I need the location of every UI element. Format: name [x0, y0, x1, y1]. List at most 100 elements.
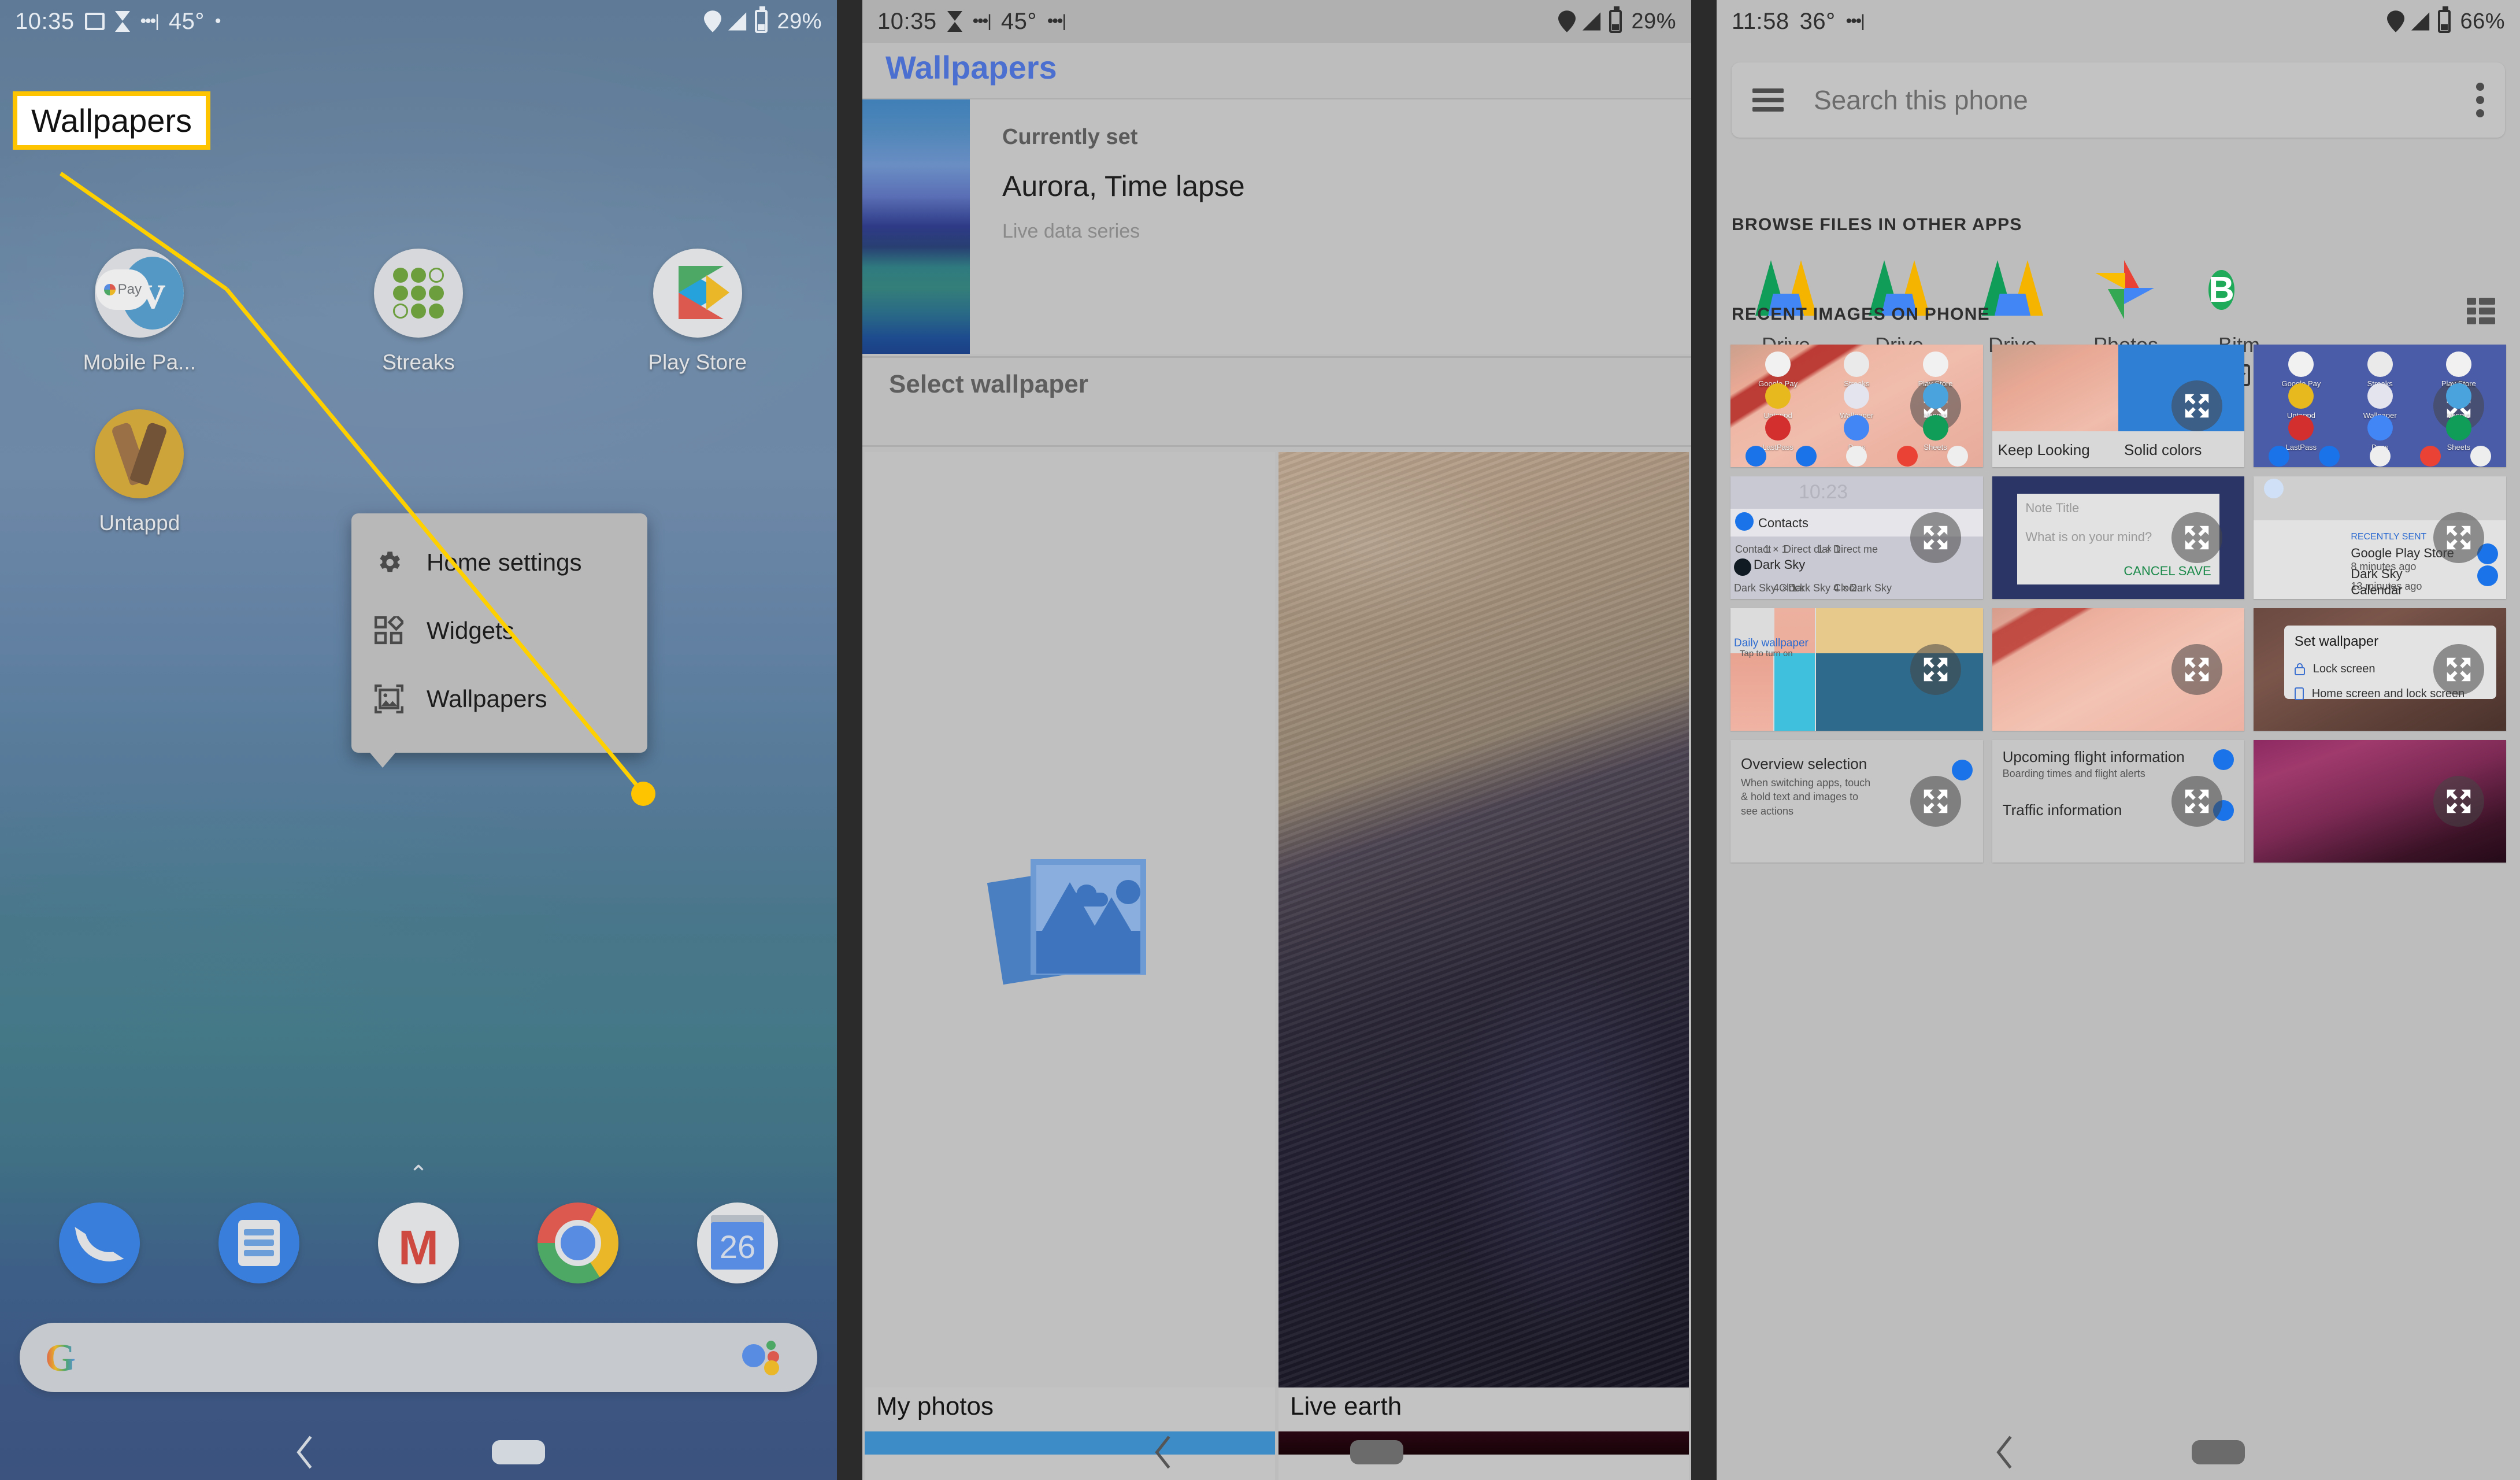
menu-item-label: Home settings [427, 549, 582, 576]
thumbnail-overview-setting[interactable]: Overview selection When switching apps, … [1730, 740, 1983, 863]
expand-icon[interactable] [2171, 776, 2223, 827]
thumbnail-notifications[interactable]: RECENTLY SENT Google Play Store 8 minute… [2254, 476, 2506, 599]
setting-title: Upcoming flight information [2002, 748, 2185, 765]
thumbnail-flight-setting[interactable]: Upcoming flight information Boarding tim… [1992, 740, 2245, 863]
select-wallpaper-header: Select wallpaper [889, 370, 1088, 398]
calendar-day: 26 [711, 1222, 764, 1270]
streaks-icon [374, 249, 463, 338]
dots-icon: •••| [972, 12, 992, 31]
google-search-bar[interactable]: G [20, 1323, 817, 1392]
expand-icon[interactable] [2433, 512, 2484, 563]
home-pill-icon[interactable] [2192, 1440, 2245, 1464]
thumbnail-pink-sheet[interactable] [1992, 608, 2245, 731]
currently-set-label: Currently set [1002, 125, 1138, 149]
home-long-press-menu: Home settings Widgets Wallpapers [351, 513, 647, 768]
dock-item-phone[interactable] [20, 1202, 179, 1283]
expand-icon[interactable] [1910, 776, 1961, 827]
expand-icon[interactable] [2433, 776, 2484, 827]
thumbnail-home-screen[interactable]: Google Pay Streaks Play Store Untappd Wa… [1730, 345, 1983, 467]
expand-icon[interactable] [2171, 512, 2223, 563]
thumb-row-label: Contacts [1758, 516, 1809, 530]
expand-icon[interactable] [2171, 380, 2223, 431]
image-icon [84, 13, 105, 30]
thumbnail-widget-picker[interactable]: 10:23 Contacts Contact 1 × 1 Direct dial… [1730, 476, 1983, 599]
phone-panel-wallpapers-app: 10:35 •••| 45° •••| 29% Wallpapers Curre… [862, 0, 1691, 1480]
app-streaks[interactable]: Streaks [279, 249, 558, 375]
dock-item-chrome[interactable] [498, 1202, 658, 1283]
thumb-row-label: Dark Sky [1850, 582, 1892, 594]
dock-item-messages[interactable] [179, 1202, 339, 1283]
kebab-icon[interactable] [2476, 83, 2484, 117]
app-drawer-arrow-icon[interactable]: ⌃ [0, 1161, 837, 1187]
image-placeholder-glyph [987, 859, 1146, 985]
dock-item-calendar[interactable]: 26 [658, 1202, 817, 1283]
back-icon[interactable] [292, 1434, 318, 1471]
search-input[interactable]: Search this phone [1814, 84, 2028, 116]
thumbnail-purple-rock[interactable] [2254, 740, 2506, 863]
back-icon[interactable] [1992, 1434, 2018, 1471]
status-bar-left: 11:58 36° •••| [1732, 8, 1865, 35]
status-bar: 10:35 •••| 45° •••| 29% [862, 0, 1691, 43]
list-view-icon[interactable] [2467, 298, 2495, 324]
status-battery: 66% [2460, 9, 2505, 34]
menu-item-home-settings[interactable]: Home settings [351, 528, 647, 597]
location-icon [704, 10, 722, 32]
phone-panel-file-picker: 11:58 36° •••| 66% Search this phone BRO… [1717, 0, 2520, 1480]
dialog-option-label: Home screen and lock screen [2311, 687, 2465, 700]
rocky-terrain-image [1278, 452, 1689, 1388]
thumbnail-daily-wallpaper[interactable]: Daily wallpaper Tap to turn on [1730, 608, 1983, 731]
untappd-icon [95, 409, 184, 498]
location-icon [2387, 10, 2405, 32]
wallpaper-category-grid: My photos Live earth [862, 452, 1691, 1480]
signal-icon [2411, 12, 2430, 31]
callout-target-dot [631, 782, 655, 806]
thumb-clock: 10:23 [1799, 481, 1848, 503]
setting-title: Overview selection [1741, 755, 1867, 772]
expand-icon[interactable] [1910, 644, 1961, 695]
status-temperature: 36° [1799, 8, 1836, 34]
google-assistant-icon[interactable] [742, 1340, 792, 1375]
wallpaper-card-my-photos[interactable]: My photos [865, 452, 1275, 1480]
thumb-caption: Keep Looking [1998, 441, 2090, 458]
status-time: 10:35 [15, 8, 75, 34]
currently-set-card[interactable]: Currently set Aurora, Time lapse Live da… [862, 99, 1691, 354]
app-untappd[interactable]: Untappd [0, 409, 279, 535]
status-battery: 29% [1631, 9, 1676, 34]
system-nav-bar [1717, 1424, 2520, 1480]
back-icon[interactable] [1150, 1434, 1177, 1471]
menu-item-widgets[interactable]: Widgets [351, 597, 647, 665]
status-bar-right: 66% [2387, 6, 2505, 34]
divider-3 [862, 445, 1691, 447]
widgets-icon [375, 616, 403, 645]
home-pill-icon[interactable] [1350, 1440, 1403, 1464]
phone-outline-icon [2294, 687, 2304, 701]
gear-icon [380, 552, 400, 572]
thumbnail-set-wallpaper-dialog[interactable]: Set wallpaper Lock screen Home screen an… [2254, 608, 2506, 731]
expand-icon[interactable] [2433, 644, 2484, 695]
lock-icon [2294, 663, 2305, 676]
app-play-store[interactable]: Play Store [558, 249, 837, 375]
current-wallpaper-sub: Live data series [1002, 220, 1140, 242]
hamburger-icon[interactable] [1752, 88, 1784, 112]
thumbnail-note-dialog[interactable]: Note Title What is on your mind? CANCEL … [1992, 476, 2245, 599]
search-bar[interactable]: Search this phone [1732, 62, 2505, 138]
expand-icon[interactable] [1910, 512, 1961, 563]
dock-item-gmail[interactable]: M [339, 1202, 498, 1283]
thumbnail-wallpaper-picker[interactable]: Keep Looking Solid colors [1992, 345, 2245, 467]
wallpaper-card-live-earth[interactable]: Live earth [1278, 452, 1689, 1480]
panel-divider-2 [1691, 0, 1717, 1480]
calendar-icon: 26 [697, 1202, 778, 1283]
thumbnail-home-screen-blue[interactable]: Google Pay Streaks Play Store Untappd Wa… [2254, 345, 2506, 467]
thumb-half-keep-looking: Keep Looking [1992, 345, 2118, 467]
location-icon [1558, 10, 1576, 32]
menu-item-wallpapers[interactable]: Wallpapers [351, 665, 647, 733]
expand-icon[interactable] [2171, 644, 2223, 695]
system-nav-bar [862, 1424, 1691, 1480]
phone-icon [59, 1202, 140, 1283]
section-header-recent: RECENT IMAGES ON PHONE [1732, 305, 1990, 324]
phone-panel-home-screen: 10:35 •••| 45° • 29% v Pay Mobile Pa... … [0, 0, 837, 1480]
setting-title-2: Traffic information [2002, 801, 2122, 819]
callout-text: Wallpapers [31, 102, 192, 139]
home-pill-icon[interactable] [492, 1440, 545, 1464]
app-mobile-pay[interactable]: v Pay Mobile Pa... [0, 249, 279, 375]
